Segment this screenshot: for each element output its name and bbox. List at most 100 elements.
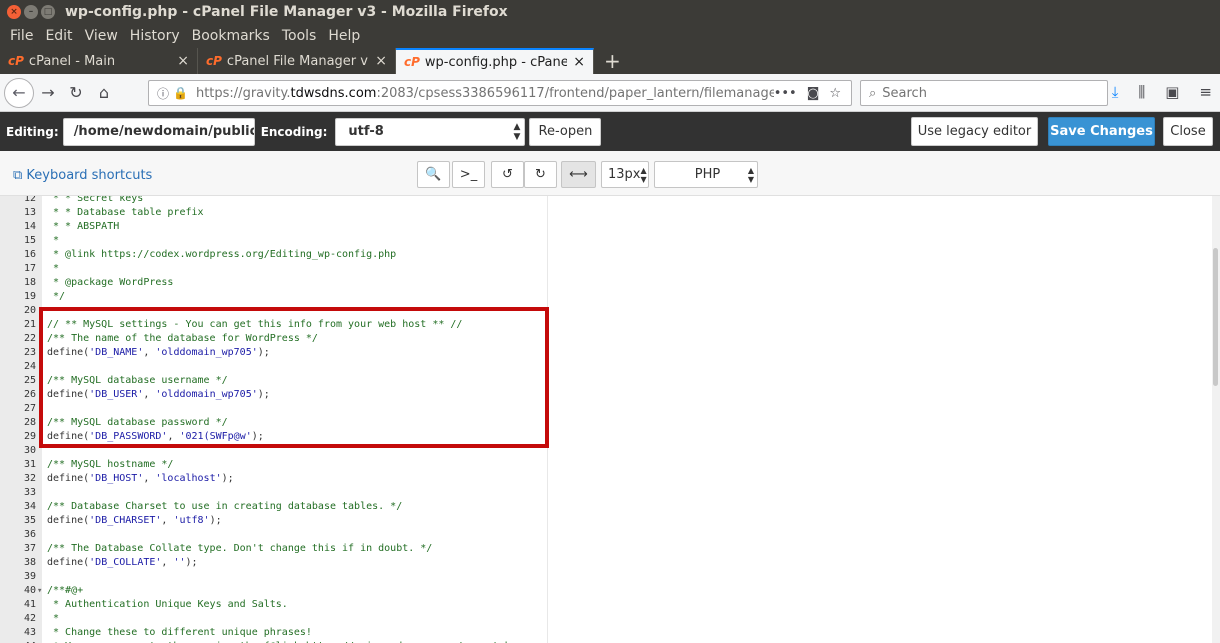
goto-line-button[interactable]: >_: [452, 161, 485, 188]
tab-file-manager[interactable]: cP cPanel File Manager v3 ×: [198, 48, 396, 74]
tab-cpanel-main[interactable]: cP cPanel - Main ×: [0, 48, 198, 74]
save-changes-button[interactable]: Save Changes: [1048, 117, 1155, 146]
code-line[interactable]: 34 /** Database Charset to use in creatin…: [0, 500, 548, 514]
tab-close-icon[interactable]: ×: [177, 53, 189, 69]
string-token: 'utf8': [173, 515, 210, 526]
encoding-select[interactable]: utf-8 ▲ ▼: [335, 117, 526, 146]
pocket-icon[interactable]: ◙: [807, 86, 820, 101]
code-line[interactable]: 36: [0, 528, 548, 542]
tab-close-icon[interactable]: ×: [573, 54, 585, 70]
code-line[interactable]: 29 define('DB_PASSWORD', '021(SWFp@w');: [0, 430, 548, 444]
line-number: 29: [23, 431, 36, 442]
code-pane[interactable]: 12 * * Secret keys 13 * * Database table …: [0, 196, 548, 643]
code-line[interactable]: 31 /** MySQL hostname */: [0, 458, 548, 472]
code-text: *: [47, 235, 60, 246]
code-line[interactable]: 20: [0, 304, 548, 318]
lock-icon[interactable]: 🔒: [173, 86, 188, 100]
fold-arrow-icon[interactable]: ▾: [37, 584, 42, 598]
code-line[interactable]: 39: [0, 570, 548, 584]
download-icon[interactable]: ⤓: [1112, 83, 1119, 101]
menu-help[interactable]: Help: [322, 28, 366, 44]
undo-button[interactable]: ↺: [491, 161, 524, 188]
code-token: );: [185, 557, 198, 568]
code-line[interactable]: 35 define('DB_CHARSET', 'utf8');: [0, 514, 548, 528]
code-line[interactable]: 25 /** MySQL database username */: [0, 374, 548, 388]
code-line[interactable]: 38 define('DB_COLLATE', '');: [0, 556, 548, 570]
window-controls: × – □: [7, 5, 55, 19]
reopen-button[interactable]: Re-open: [529, 117, 602, 146]
code-line[interactable]: 41 * Authentication Unique Keys and Salt…: [0, 598, 548, 612]
keyboard-shortcuts-link[interactable]: ⧉ Keyboard shortcuts: [13, 168, 152, 183]
wrap-toggle-button[interactable]: ⟷: [561, 161, 596, 188]
tab-wp-config[interactable]: cP wp-config.php - cPanel F ×: [396, 48, 594, 74]
hamburger-menu-icon[interactable]: ≡: [1199, 83, 1212, 101]
code-line[interactable]: 17 *: [0, 262, 548, 276]
url-bar[interactable]: ⓘ 🔒 https://gravity.tdwsdns.com:2083/cps…: [148, 80, 852, 106]
code-token: define(: [47, 347, 90, 358]
new-tab-icon[interactable]: +: [594, 48, 631, 74]
code-line[interactable]: 15 *: [0, 234, 548, 248]
code-line[interactable]: 19 */: [0, 290, 548, 304]
reload-icon[interactable]: ↻: [62, 83, 90, 102]
home-icon[interactable]: ⌂: [90, 83, 118, 102]
code-text: * Change these to different unique phras…: [47, 627, 312, 638]
code-line[interactable]: 27: [0, 402, 548, 416]
code-editor[interactable]: 12 * * Secret keys 13 * * Database table …: [0, 196, 1220, 643]
window-maximize-icon[interactable]: □: [41, 5, 55, 19]
font-size-select[interactable]: 13px ▲ ▼: [601, 161, 649, 188]
code-line[interactable]: 18 * @package WordPress: [0, 276, 548, 290]
code-line[interactable]: 12 * * Secret keys: [0, 196, 548, 206]
code-line[interactable]: 26 define('DB_USER', 'olddomain_wp705');: [0, 388, 548, 402]
search-input[interactable]: ⌕ Search: [860, 80, 1108, 106]
keyboard-shortcuts-label: Keyboard shortcuts: [26, 168, 153, 183]
back-arrow-icon[interactable]: ←: [4, 77, 34, 108]
menu-edit[interactable]: Edit: [39, 28, 78, 44]
mode-select[interactable]: PHP ▲ ▼: [654, 161, 758, 188]
code-line[interactable]: 33: [0, 486, 548, 500]
code-line[interactable]: 16 * @link https://codex.wordpress.org/E…: [0, 248, 548, 262]
code-line[interactable]: 43 * Change these to different unique ph…: [0, 626, 548, 640]
menu-tools[interactable]: Tools: [276, 28, 323, 44]
url-text[interactable]: https://gravity.tdwsdns.com:2083/cpsess3…: [196, 86, 774, 101]
code-line[interactable]: 22 /** The name of the database for WordP…: [0, 332, 548, 346]
legacy-editor-button[interactable]: Use legacy editor: [911, 117, 1038, 146]
code-line[interactable]: 28 /** MySQL database password */: [0, 416, 548, 430]
library-icon[interactable]: ⫼: [1138, 83, 1145, 101]
close-button[interactable]: Close: [1163, 117, 1213, 146]
info-icon[interactable]: ⓘ: [157, 85, 169, 102]
scrollbar-thumb[interactable]: [1213, 248, 1218, 386]
menu-file[interactable]: File: [4, 28, 39, 44]
code-line[interactable]: 23 define('DB_NAME', 'olddomain_wp705');: [0, 346, 548, 360]
code-line[interactable]: 13 * * Database table prefix: [0, 206, 548, 220]
code-line[interactable]: 42 *: [0, 612, 548, 626]
file-path-field[interactable]: /home/newdomain/public_: [62, 117, 255, 146]
sidebar-icon[interactable]: ▣: [1165, 83, 1179, 101]
code-line[interactable]: 32 define('DB_HOST', 'localhost');: [0, 472, 548, 486]
code-line[interactable]: 21 // ** MySQL settings - You can get thi…: [0, 318, 548, 332]
window-close-icon[interactable]: ×: [7, 5, 21, 19]
search-button[interactable]: 🔍: [417, 161, 450, 188]
redo-button[interactable]: ↻: [524, 161, 557, 188]
bookmark-star-icon[interactable]: ☆: [829, 86, 841, 101]
code-token: define(: [47, 557, 90, 568]
menu-history[interactable]: History: [124, 28, 186, 44]
tab-bar: cP cPanel - Main × cP cPanel File Manage…: [0, 48, 1220, 74]
tab-label: wp-config.php - cPanel F: [424, 54, 568, 70]
code-token: );: [221, 473, 234, 484]
code-line[interactable]: 40 ▾ /**#@+: [0, 584, 548, 598]
string-token: 'localhost': [155, 473, 222, 484]
code-line[interactable]: 24: [0, 360, 548, 374]
window-minimize-icon[interactable]: –: [24, 5, 38, 19]
line-number: 42: [23, 613, 36, 624]
cpanel-logo-icon: cP: [206, 54, 222, 68]
line-number: 34: [23, 501, 36, 512]
tab-close-icon[interactable]: ×: [375, 53, 387, 69]
menu-bookmarks[interactable]: Bookmarks: [186, 28, 276, 44]
forward-arrow-icon[interactable]: →: [34, 83, 62, 102]
code-line[interactable]: 14 * * ABSPATH: [0, 220, 548, 234]
menu-view[interactable]: View: [79, 28, 124, 44]
code-line[interactable]: 37 /** The Database Collate type. Don't c…: [0, 542, 548, 556]
code-line[interactable]: 30: [0, 444, 548, 458]
url-domain: tdwsdns.com: [290, 85, 377, 101]
page-actions-icon[interactable]: •••: [774, 86, 797, 101]
